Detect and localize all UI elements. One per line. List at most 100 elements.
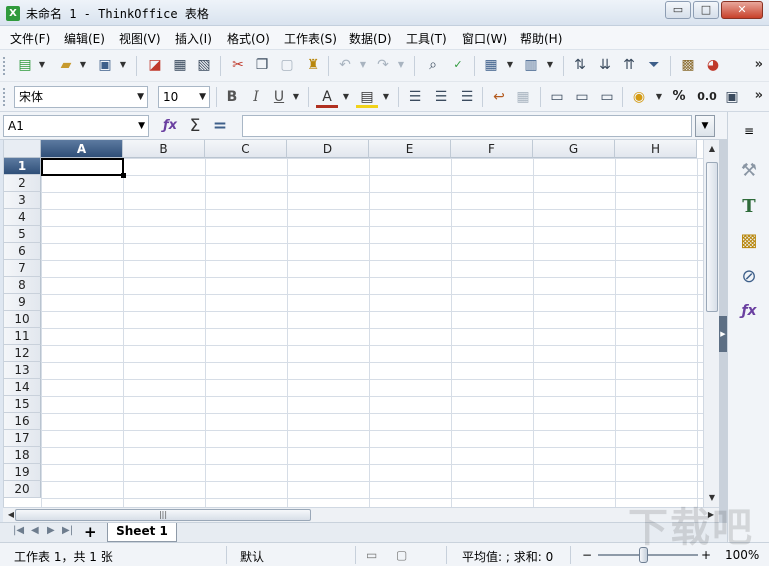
column-header-d[interactable]: D: [287, 140, 369, 158]
zoom-slider-track[interactable]: [598, 554, 698, 556]
functions-icon[interactable]: ƒx: [736, 298, 762, 324]
align-center-icon[interactable]: ☰: [430, 86, 452, 108]
column-header-c[interactable]: C: [205, 140, 287, 158]
sort-ascending-icon[interactable]: ⇊: [594, 54, 616, 76]
insert-rows-icon[interactable]: ▦: [480, 54, 502, 76]
menu-format[interactable]: 格式(O): [227, 30, 270, 47]
sidebar-splitter[interactable]: ▶: [719, 140, 727, 522]
row-header-4[interactable]: 4: [4, 209, 41, 226]
spellcheck-icon[interactable]: ✓: [447, 54, 469, 76]
find-replace-icon[interactable]: ⌕: [422, 54, 444, 76]
column-header-f[interactable]: F: [451, 140, 533, 158]
column-header-g[interactable]: G: [533, 140, 615, 158]
menu-sheet[interactable]: 工作表(S): [284, 30, 337, 47]
open-folder-icon[interactable]: ▰: [55, 54, 77, 76]
row-header-20[interactable]: 20: [4, 481, 41, 498]
new-dropdown-icon[interactable]: ▼: [37, 54, 47, 76]
panel-menu-icon[interactable]: ≡: [736, 118, 762, 144]
italic-button[interactable]: I: [245, 86, 267, 108]
save-dropdown-icon[interactable]: ▼: [118, 54, 128, 76]
column-header-a[interactable]: A: [41, 140, 123, 158]
redo-icon[interactable]: ↷: [372, 54, 394, 76]
align-right-icon[interactable]: ☰: [456, 86, 478, 108]
row-header-15[interactable]: 15: [4, 396, 41, 413]
row-header-9[interactable]: 9: [4, 294, 41, 311]
highlight-dropdown-icon[interactable]: ▼: [381, 86, 391, 108]
open-dropdown-icon[interactable]: ▼: [78, 54, 88, 76]
toolbar-overflow-icon[interactable]: »: [755, 88, 763, 103]
number-format-icon[interactable]: ▣: [721, 86, 743, 108]
toolbar-overflow-icon[interactable]: »: [755, 57, 763, 72]
zoom-out-button[interactable]: −: [582, 548, 592, 562]
insert-chart-icon[interactable]: ◕: [702, 54, 724, 76]
formula-button[interactable]: =: [209, 115, 231, 137]
row-header-5[interactable]: 5: [4, 226, 41, 243]
expand-formula-icon[interactable]: ▼: [695, 115, 715, 137]
toolbar-grip[interactable]: [3, 88, 7, 106]
row-header-14[interactable]: 14: [4, 379, 41, 396]
align-middle-icon[interactable]: ▭: [571, 86, 593, 108]
fill-handle[interactable]: [121, 173, 126, 178]
spreadsheet-grid[interactable]: A B C D E F G H 1 2 3 4 5 6 7 8 9 10 11 …: [3, 140, 703, 507]
insert-columns-icon[interactable]: ▥: [520, 54, 542, 76]
toolbar-grip[interactable]: [3, 57, 7, 75]
sort-descending-icon[interactable]: ⇈: [618, 54, 640, 76]
row-header-11[interactable]: 11: [4, 328, 41, 345]
menu-data[interactable]: 数据(D): [349, 30, 392, 47]
menu-edit[interactable]: 编辑(E): [64, 30, 105, 47]
cell-area[interactable]: [41, 158, 703, 507]
add-sheet-button[interactable]: +: [84, 524, 97, 540]
maximize-button[interactable]: □: [693, 1, 719, 19]
minimize-button[interactable]: ▭: [665, 1, 691, 19]
font-name-select[interactable]: 宋体 ▼: [14, 86, 148, 108]
active-cell-a1[interactable]: [41, 158, 124, 176]
redo-dropdown-icon[interactable]: ▼: [396, 54, 406, 76]
bold-button[interactable]: B: [221, 86, 243, 108]
highlight-color-icon[interactable]: ▤: [356, 86, 378, 108]
font-color-dropdown-icon[interactable]: ▼: [341, 86, 351, 108]
vertical-scroll-thumb[interactable]: [706, 162, 718, 312]
font-size-select[interactable]: 10 ▼: [158, 86, 210, 108]
row-header-18[interactable]: 18: [4, 447, 41, 464]
row-header-16[interactable]: 16: [4, 413, 41, 430]
close-button[interactable]: ✕: [721, 1, 763, 19]
wrap-text-icon[interactable]: ↩: [488, 86, 510, 108]
save-icon[interactable]: ▣: [94, 54, 116, 76]
column-header-b[interactable]: B: [123, 140, 205, 158]
currency-format-icon[interactable]: ◉: [628, 86, 650, 108]
menu-tools[interactable]: 工具(T): [406, 30, 447, 47]
vertical-scrollbar[interactable]: ▲ ▼: [703, 140, 719, 507]
page-style-status[interactable]: 默认: [240, 548, 264, 565]
align-top-icon[interactable]: ▭: [546, 86, 568, 108]
menu-window[interactable]: 窗口(W): [462, 30, 507, 47]
row-header-10[interactable]: 10: [4, 311, 41, 328]
decimal-format-button[interactable]: 0.0: [694, 86, 720, 108]
font-color-button[interactable]: A: [316, 86, 338, 108]
row-header-17[interactable]: 17: [4, 430, 41, 447]
formula-input[interactable]: [242, 115, 692, 137]
row-header-12[interactable]: 12: [4, 345, 41, 362]
align-bottom-icon[interactable]: ▭: [596, 86, 618, 108]
cut-icon[interactable]: ✂: [227, 54, 249, 76]
selection-mode-icon[interactable]: ▭: [366, 548, 377, 562]
next-sheet-icon[interactable]: ▶: [47, 525, 55, 536]
row-header-8[interactable]: 8: [4, 277, 41, 294]
insert-image-icon[interactable]: ▩: [677, 54, 699, 76]
autofilter-icon[interactable]: ⏷: [643, 54, 665, 76]
row-header-1[interactable]: 1: [4, 158, 41, 175]
properties-wrench-icon[interactable]: ⚒: [736, 158, 762, 184]
menu-insert[interactable]: 插入(I): [175, 30, 212, 47]
scroll-up-icon[interactable]: ▲: [704, 142, 720, 156]
insert-columns-dropdown-icon[interactable]: ▼: [545, 54, 555, 76]
undo-dropdown-icon[interactable]: ▼: [358, 54, 368, 76]
paste-icon[interactable]: ▢: [276, 54, 298, 76]
export-pdf-icon[interactable]: ◪: [144, 54, 166, 76]
copy-icon[interactable]: ❐: [251, 54, 273, 76]
menu-help[interactable]: 帮助(H): [520, 30, 562, 47]
collapse-sidebar-icon[interactable]: ▶: [719, 316, 727, 352]
underline-dropdown-icon[interactable]: ▼: [291, 86, 301, 108]
column-header-e[interactable]: E: [369, 140, 451, 158]
merge-cells-icon[interactable]: ▦: [512, 86, 534, 108]
first-sheet-icon[interactable]: |◀: [13, 525, 24, 536]
underline-button[interactable]: U: [268, 86, 290, 108]
